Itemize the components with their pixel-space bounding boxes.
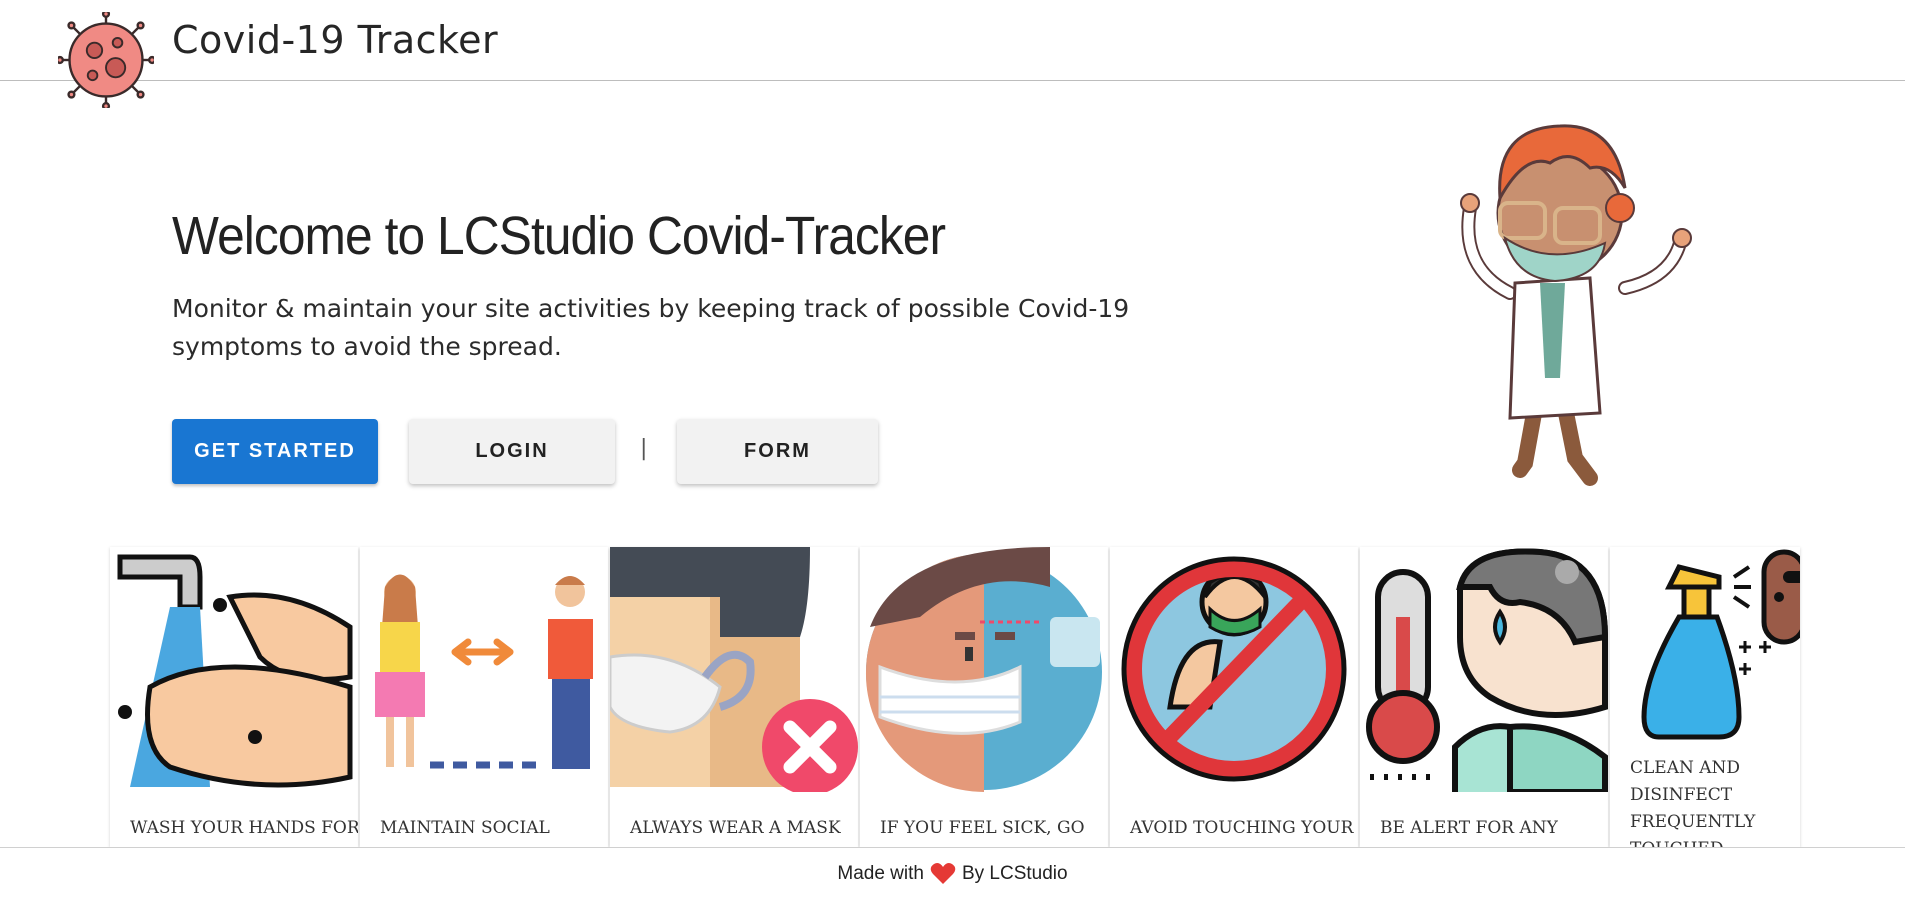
social-distance-icon <box>375 574 593 769</box>
app-header: Covid-19 Tracker <box>0 0 1905 108</box>
page-title: Welcome to LCStudio Covid-Tracker <box>172 206 946 266</box>
fever-thermometer-icon <box>1366 548 1608 792</box>
tip-card[interactable]: CLEAN AND DISINFECT FREQUENTLY TOUCHED <box>1610 547 1800 847</box>
tip-text: WASH YOUR HANDS FOR <box>130 818 358 838</box>
tip-card[interactable]: AVOID TOUCHING YOUR <box>1110 547 1358 847</box>
tip-card[interactable]: IF YOU FEEL SICK, GO <box>860 547 1108 847</box>
hero-description: Monitor & maintain your site activities … <box>172 294 1130 361</box>
tip-text: IF YOU FEEL SICK, GO <box>880 818 1085 838</box>
tip-text: CLEAN AND DISINFECT FREQUENTLY TOUCHED <box>1630 758 1756 847</box>
footer: Made with By LCStudio <box>0 847 1905 899</box>
tip-card[interactable]: BE ALERT FOR ANY <box>1360 547 1608 847</box>
tip-text: BE ALERT FOR ANY <box>1380 818 1558 838</box>
hand-washing-icon <box>117 554 353 788</box>
sick-person-icon <box>865 547 1102 792</box>
footer-author[interactable]: By LCStudio <box>962 863 1068 885</box>
app-title: Covid-19 Tracker <box>172 18 499 62</box>
doctor-illustration <box>1460 124 1692 486</box>
tip-card[interactable]: WASH YOUR HANDS FOR <box>110 547 358 847</box>
virus-icon[interactable] <box>58 12 154 108</box>
get-started-button[interactable]: GET STARTED <box>172 419 378 484</box>
footer-made-with: Made with <box>837 862 924 884</box>
button-separator: | <box>640 436 648 461</box>
no-face-touch-icon <box>1121 556 1347 782</box>
tip-text: MAINTAIN SOCIAL <box>380 818 550 838</box>
tip-text: ALWAYS WEAR A MASK <box>630 818 841 838</box>
login-button[interactable]: LOGIN <box>409 419 615 484</box>
form-button[interactable]: FORM <box>677 419 878 484</box>
heart-icon <box>930 862 956 884</box>
tip-card[interactable]: MAINTAIN SOCIAL <box>360 547 608 847</box>
tips-card-row: WASH YOUR HANDS FOR MAINTAIN SOCIAL ALWA… <box>110 547 1800 847</box>
tip-card[interactable]: ALWAYS WEAR A MASK <box>610 547 858 847</box>
tip-text: AVOID TOUCHING YOUR <box>1130 818 1354 838</box>
mask-icon <box>610 547 858 792</box>
